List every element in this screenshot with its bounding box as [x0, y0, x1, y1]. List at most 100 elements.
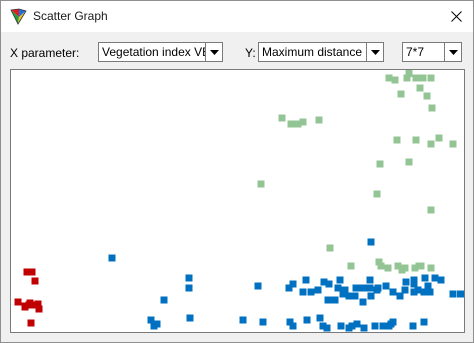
scatter-point: [405, 158, 413, 166]
scatter-point: [28, 268, 36, 276]
scatter-point: [371, 322, 379, 330]
scatter-point: [366, 284, 374, 292]
scatter-point: [402, 278, 410, 286]
y-parameter-select[interactable]: Maximum distance: [258, 42, 384, 62]
scatter-point: [334, 284, 342, 292]
scatter-plot-canvas: [14, 70, 464, 332]
scatter-point: [421, 274, 429, 282]
scatter-point: [331, 296, 339, 304]
scatter-point: [185, 284, 193, 292]
scatter-point: [396, 292, 404, 300]
scatter-point: [373, 190, 381, 198]
scatter-point: [352, 284, 360, 292]
scatter-point: [324, 296, 332, 304]
scatter-point: [391, 76, 399, 84]
scatter-graph-window: Scatter Graph X parameter: Vegetation in…: [0, 0, 474, 343]
scatter-point: [299, 118, 307, 126]
x-parameter-label: X parameter:: [10, 46, 80, 60]
scatter-point: [366, 276, 374, 284]
scatter-point: [339, 290, 347, 298]
scatter-point: [336, 276, 344, 284]
x-parameter-select[interactable]: Vegetation index VE: [98, 42, 223, 62]
y-parameter-label: Y:: [245, 46, 256, 60]
scatter-point: [449, 140, 457, 148]
scatter-point: [367, 292, 375, 300]
scatter-point: [345, 324, 353, 332]
scatter-point: [239, 316, 247, 324]
window-size-select[interactable]: 7*7: [402, 42, 462, 62]
scatter-point: [420, 288, 428, 296]
chevron-down-icon[interactable]: [205, 43, 222, 61]
scatter-point: [108, 254, 116, 262]
scatter-point: [419, 74, 427, 82]
scatter-point: [345, 292, 353, 300]
scatter-point: [382, 282, 390, 290]
scatter-point: [287, 120, 295, 128]
scatter-point: [31, 277, 39, 285]
scatter-point: [427, 264, 435, 272]
close-button[interactable]: [439, 1, 473, 32]
scatter-point: [401, 286, 409, 294]
scatter-point: [410, 276, 418, 284]
scatter-point: [377, 262, 385, 270]
scatter-point: [424, 282, 432, 290]
scatter-point: [412, 136, 420, 144]
scatter-point: [376, 160, 384, 168]
scatter-point: [259, 318, 267, 326]
chevron-down-icon[interactable]: [366, 43, 383, 61]
scatter-point: [303, 316, 311, 324]
scatter-point: [257, 180, 265, 188]
scatter-plot[interactable]: [10, 69, 465, 333]
scatter-point: [359, 284, 367, 292]
scatter-point: [359, 298, 367, 306]
scatter-point: [397, 90, 405, 98]
scatter-point: [457, 290, 464, 298]
scatter-point: [326, 244, 334, 252]
scatter-point: [323, 324, 331, 332]
scatter-point: [412, 74, 420, 82]
scatter-point: [416, 84, 424, 92]
scatter-point: [414, 286, 422, 294]
scatter-point: [289, 322, 297, 330]
scatter-point: [426, 288, 434, 296]
scatter-point: [160, 296, 168, 304]
scatter-point: [27, 319, 35, 327]
scatter-point: [423, 92, 431, 100]
scatter-point: [186, 314, 194, 322]
scatter-point: [427, 206, 435, 214]
scatter-point: [427, 74, 435, 82]
scatter-point: [307, 288, 315, 296]
scatter-point: [379, 322, 387, 330]
scatter-point: [347, 262, 355, 270]
scatter-point: [34, 300, 42, 308]
scatter-point: [14, 298, 22, 306]
scatter-point: [351, 292, 359, 300]
scatter-point: [409, 322, 417, 330]
scatter-point: [325, 280, 333, 288]
scatter-point: [353, 320, 361, 328]
scatter-point: [367, 238, 375, 246]
scatter-point: [389, 288, 397, 296]
scatter-point: [314, 286, 322, 294]
scatter-point: [360, 324, 368, 332]
scatter-point: [384, 264, 392, 272]
scatter-point: [437, 276, 445, 284]
y-parameter-value: Maximum distance: [262, 45, 363, 59]
scatter-point: [427, 140, 435, 148]
tri-color-app-icon: [10, 8, 27, 25]
scatter-point: [420, 318, 428, 326]
window-title: Scatter Graph: [33, 9, 108, 23]
scatter-point: [398, 266, 406, 274]
scatter-point: [26, 299, 34, 307]
scatter-point: [415, 262, 423, 270]
scatter-point: [387, 320, 395, 328]
scatter-point: [315, 116, 323, 124]
chevron-down-icon[interactable]: [444, 43, 461, 61]
scatter-point: [316, 314, 324, 322]
scatter-point: [431, 274, 439, 282]
scatter-point: [393, 136, 401, 144]
scatter-point: [147, 316, 155, 324]
scatter-point: [403, 74, 411, 82]
scatter-point: [254, 282, 262, 290]
scatter-point: [302, 276, 310, 284]
